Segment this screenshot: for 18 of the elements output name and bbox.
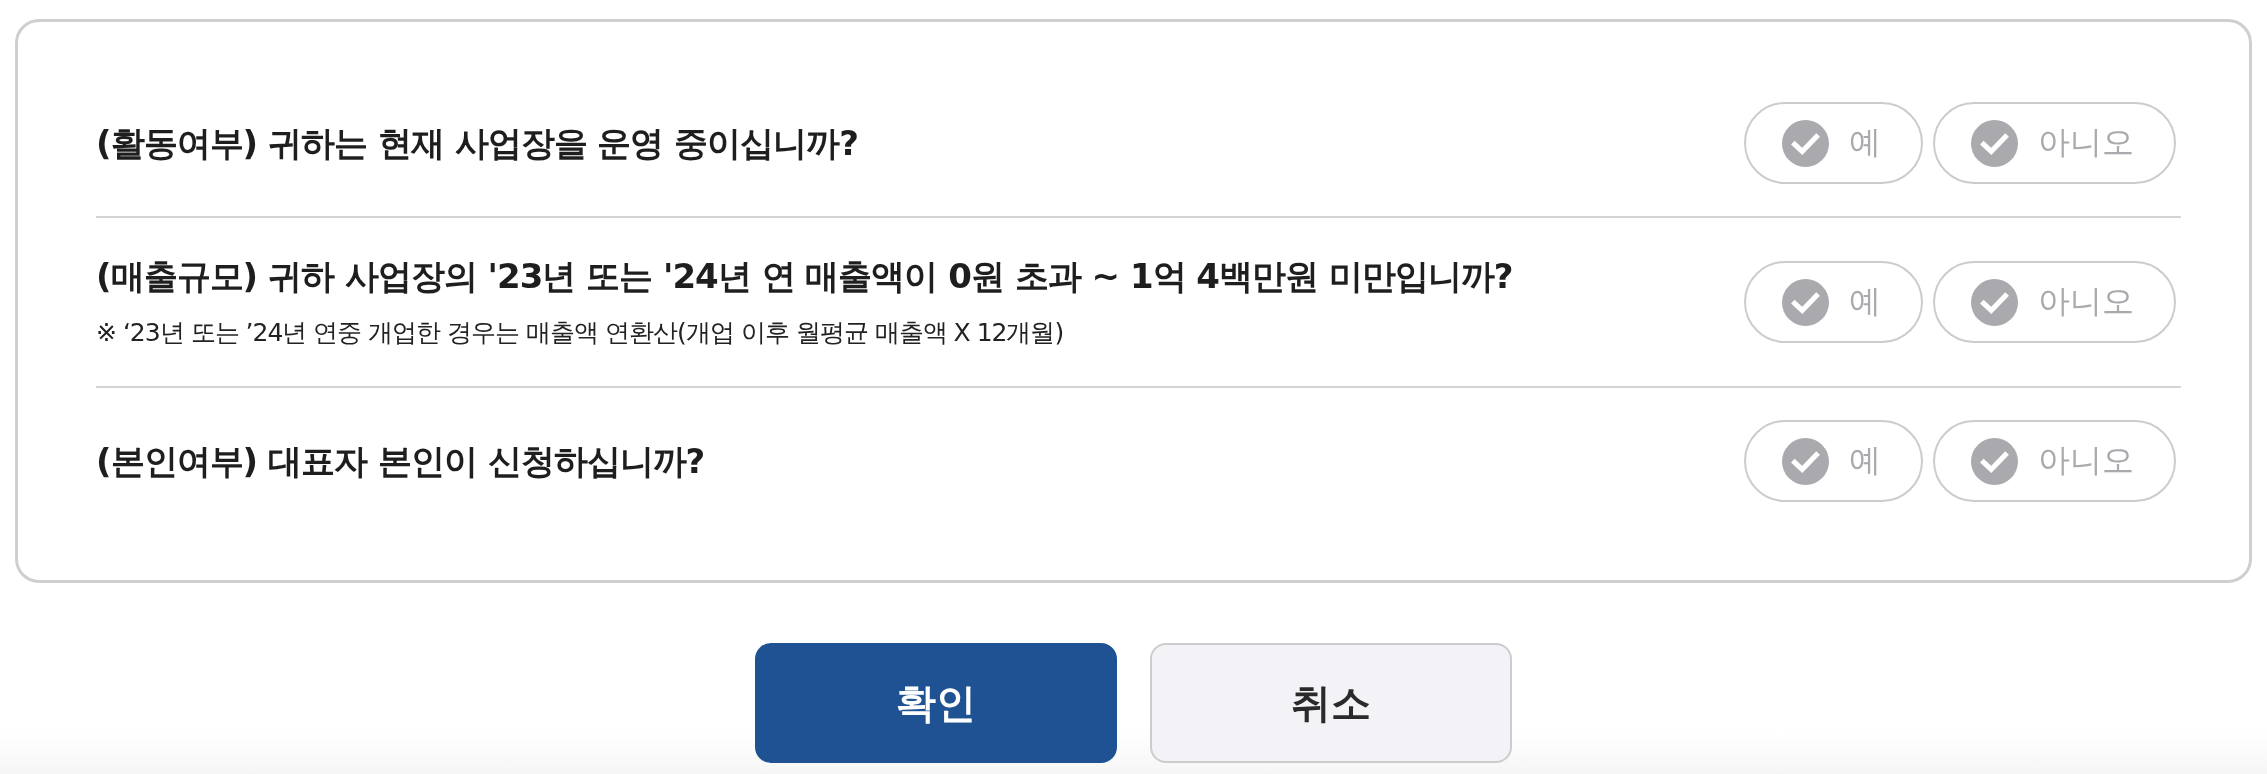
check-icon bbox=[1782, 278, 1829, 326]
answer-option-button[interactable]: 예 bbox=[1744, 102, 1923, 184]
question-text: (매출규모) 귀하 사업장의 '23년 또는 '24년 연 매출액이 0원 초과 ~ 1억 4백만원 미만입니까? bbox=[96, 255, 1513, 298]
answer-option-button[interactable]: 예 bbox=[1744, 261, 1923, 343]
check-icon bbox=[1971, 278, 2018, 326]
check-icon bbox=[1971, 437, 2018, 485]
answer-option-button[interactable]: 아니오 bbox=[1933, 102, 2176, 184]
answer-option-button[interactable]: 아니오 bbox=[1933, 261, 2176, 343]
check-icon bbox=[1782, 437, 1829, 485]
question-note: ※ ‘23년 또는 ’24년 연중 개업한 경우는 매출액 연환산(개업 이후 월평균 매출액 X 12개월) bbox=[96, 317, 1064, 349]
answer-option-button[interactable]: 예 bbox=[1744, 420, 1923, 502]
cancel-button[interactable]: 취소 bbox=[1150, 643, 1512, 763]
confirm-button[interactable]: 확인 bbox=[755, 643, 1117, 763]
check-icon bbox=[1971, 119, 2018, 167]
question-text: (활동여부) 귀하는 현재 사업장을 운영 중이십니까? bbox=[96, 122, 858, 165]
question-text: (본인여부) 대표자 본인이 신청하십니까? bbox=[96, 440, 705, 483]
answer-option-button[interactable]: 아니오 bbox=[1933, 420, 2176, 502]
check-icon bbox=[1782, 119, 1829, 167]
